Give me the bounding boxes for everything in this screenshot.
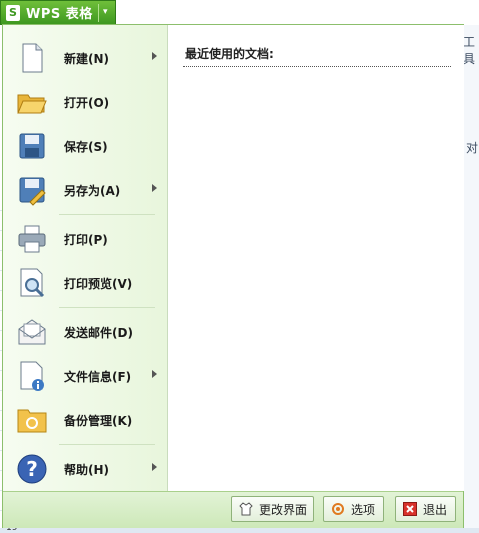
menu-item-label: 发送邮件(D): [64, 325, 133, 340]
submenu-arrow-icon: [152, 463, 157, 471]
change-skin-label: 更改界面: [259, 502, 308, 517]
ribbon-edge: 工具 对: [462, 25, 479, 530]
menu-item-file-info[interactable]: 文件信息(F): [9, 356, 159, 396]
menu-item-label: 文件信息(F): [64, 369, 132, 384]
svg-text:?: ?: [26, 457, 38, 481]
help-icon: ?: [16, 453, 48, 485]
shirt-icon: [239, 502, 253, 516]
submenu-arrow-icon: [152, 184, 157, 192]
app-button-divider: [98, 4, 99, 22]
menu-item-send-mail[interactable]: 发送邮件(D): [9, 312, 159, 352]
print-preview-icon: [16, 267, 48, 299]
menu-item-new[interactable]: 新建(N): [9, 38, 159, 78]
menu-item-help[interactable]: ? 帮助(H): [9, 449, 159, 489]
menu-item-label: 保存(S): [64, 139, 108, 154]
menu-item-label: 打印预览(V): [64, 276, 133, 291]
menu-item-label: 备份管理(K): [64, 413, 133, 428]
backup-folder-icon: [16, 404, 48, 436]
open-folder-icon: [16, 86, 48, 118]
options-label: 选项: [351, 502, 376, 517]
menu-item-label: 打开(O): [64, 95, 110, 110]
dropdown-arrow-icon[interactable]: ▾: [103, 7, 108, 17]
menu-item-label: 帮助(H): [64, 462, 110, 477]
file-info-icon: [16, 360, 48, 392]
recent-documents-title: 最近使用的文档:: [185, 47, 274, 61]
recent-documents-pane: 最近使用的文档:: [167, 25, 464, 491]
exit-button[interactable]: 退出: [395, 496, 456, 522]
menu-item-open[interactable]: 打开(O): [9, 82, 159, 122]
close-icon: [403, 502, 417, 516]
menu-item-save[interactable]: 保存(S): [9, 126, 159, 166]
recent-divider: [183, 66, 451, 67]
menu-footer: 更改界面 选项 退出: [3, 491, 463, 528]
toolbar-text-align: 对: [465, 141, 478, 155]
save-disk-icon: [16, 130, 48, 162]
file-menu-panel: 新建(N) 打开(O) 保存(S) 另存为(A) 打印(P) 打印预览(V) 发…: [2, 24, 464, 528]
submenu-arrow-icon: [152, 370, 157, 378]
toolbar-text-tools: 工具: [463, 35, 476, 66]
new-document-icon: [16, 42, 48, 74]
printer-icon: [16, 223, 48, 255]
menu-item-label: 新建(N): [64, 51, 110, 66]
menu-command-list: 新建(N) 打开(O) 保存(S) 另存为(A) 打印(P) 打印预览(V) 发…: [3, 25, 167, 491]
menu-item-save-as[interactable]: 另存为(A): [9, 170, 159, 210]
app-title: WPS 表格: [26, 7, 93, 22]
menu-separator: [59, 214, 155, 215]
save-as-icon: [16, 174, 48, 206]
menu-item-print-preview[interactable]: 打印预览(V): [9, 263, 159, 303]
menu-item-label: 另存为(A): [64, 183, 121, 198]
sheet-bottom-strip: [0, 528, 479, 533]
menu-item-print[interactable]: 打印(P): [9, 219, 159, 259]
gear-icon: [331, 502, 345, 516]
menu-separator: [59, 307, 155, 308]
menu-item-backup[interactable]: 备份管理(K): [9, 400, 159, 440]
wps-logo-icon: S: [6, 4, 20, 21]
wps-menu-button[interactable]: S WPS 表格 ▾: [0, 0, 116, 25]
change-skin-button[interactable]: 更改界面: [231, 496, 314, 522]
menu-separator: [59, 444, 155, 445]
submenu-arrow-icon: [152, 52, 157, 60]
exit-label: 退出: [423, 502, 448, 517]
mail-icon: [16, 316, 48, 348]
options-button[interactable]: 选项: [323, 496, 384, 522]
menu-item-label: 打印(P): [64, 232, 108, 247]
